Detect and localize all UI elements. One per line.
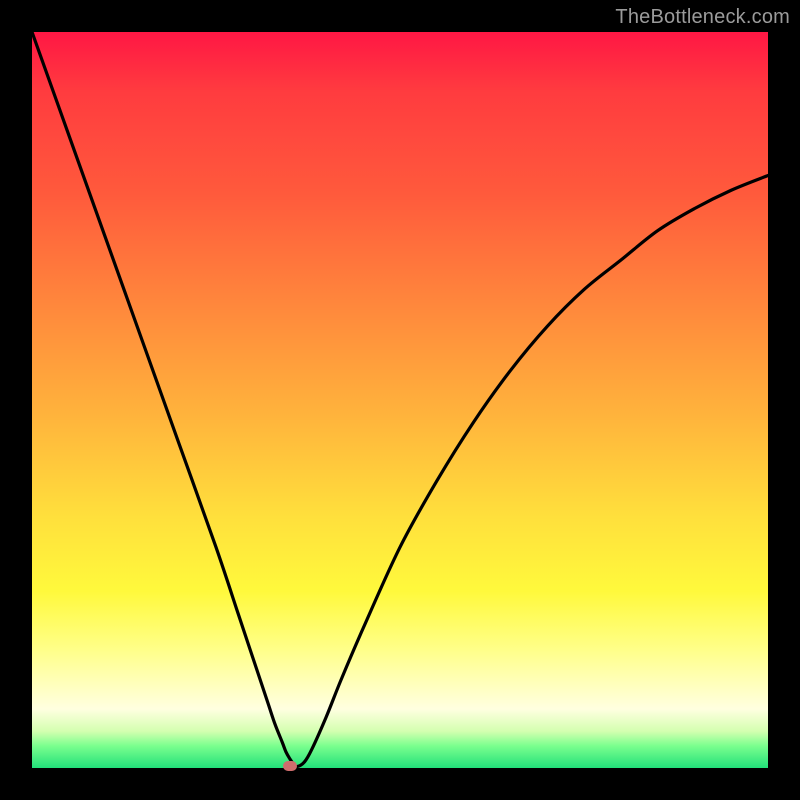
- bottleneck-curve: [32, 32, 768, 768]
- plot-area: [32, 32, 768, 768]
- chart-frame: TheBottleneck.com: [0, 0, 800, 800]
- watermark-text: TheBottleneck.com: [615, 6, 790, 29]
- optimal-point-marker: [283, 761, 297, 771]
